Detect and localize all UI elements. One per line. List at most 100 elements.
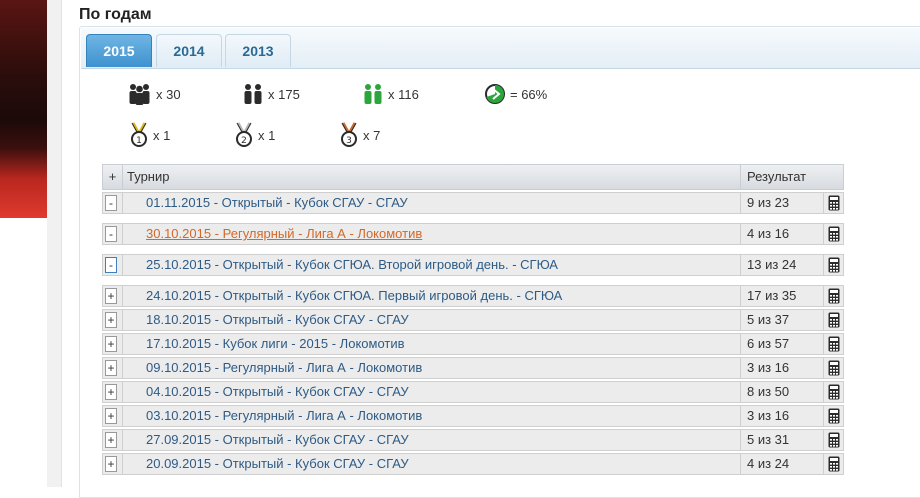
tab-2013[interactable]: 2013 bbox=[225, 34, 291, 67]
row-toggle-button[interactable]: + bbox=[105, 384, 117, 400]
result-cell: 9 из 23 bbox=[740, 193, 798, 213]
header-result: Результат bbox=[740, 165, 844, 189]
calculator-icon bbox=[828, 336, 840, 352]
tournament-link[interactable]: 04.10.2015 - Открытый - Кубок СГАУ - СГА… bbox=[146, 382, 409, 402]
row-divider bbox=[122, 310, 123, 330]
calculator-icon bbox=[828, 384, 840, 400]
row-divider bbox=[122, 358, 123, 378]
calculator-button[interactable] bbox=[823, 193, 844, 213]
row-toggle-button[interactable]: - bbox=[105, 195, 117, 211]
row-divider bbox=[122, 255, 123, 275]
tab-2015[interactable]: 2015 bbox=[86, 34, 152, 67]
players-icon bbox=[244, 84, 262, 104]
table-row: +09.10.2015 - Регулярный - Лига А - Локо… bbox=[102, 357, 844, 379]
calculator-icon bbox=[828, 432, 840, 448]
medal-first: 1 x 1 bbox=[129, 122, 170, 148]
table-row: +17.10.2015 - Кубок лиги - 2015 - Локомо… bbox=[102, 333, 844, 355]
calculator-icon bbox=[828, 360, 840, 376]
calculator-button[interactable] bbox=[823, 382, 844, 402]
result-cell: 3 из 16 bbox=[740, 358, 798, 378]
row-toggle-button[interactable]: + bbox=[105, 408, 117, 424]
stat-percent-value: = 66% bbox=[510, 86, 548, 102]
row-toggle-button[interactable]: + bbox=[105, 456, 117, 472]
result-cell: 4 из 16 bbox=[740, 224, 798, 244]
result-cell: 8 из 50 bbox=[740, 382, 798, 402]
tournament-link[interactable]: 20.09.2015 - Открытый - Кубок СГАУ - СГА… bbox=[146, 454, 409, 474]
result-cell: 5 из 31 bbox=[740, 430, 798, 450]
calculator-button[interactable] bbox=[823, 286, 844, 306]
row-toggle-button[interactable]: - bbox=[105, 226, 117, 242]
stat-players-value: x 175 bbox=[268, 86, 300, 102]
stat-active-players-value: x 116 bbox=[388, 86, 419, 102]
result-cell: 5 из 37 bbox=[740, 310, 798, 330]
row-toggle-button[interactable]: + bbox=[105, 288, 117, 304]
section-title: По годам bbox=[79, 6, 152, 23]
medal-2-icon: 2 bbox=[236, 122, 252, 147]
row-divider bbox=[122, 286, 123, 306]
team-icon bbox=[129, 84, 150, 105]
row-divider bbox=[122, 224, 123, 244]
row-divider bbox=[122, 406, 123, 426]
stat-players: x 175 bbox=[242, 83, 300, 105]
stat-teams: x 30 bbox=[127, 83, 181, 105]
percent-circle-icon bbox=[485, 84, 505, 104]
tournament-link[interactable]: 18.10.2015 - Открытый - Кубок СГАУ - СГА… bbox=[146, 310, 409, 330]
result-cell: 3 из 16 bbox=[740, 406, 798, 426]
tournament-link[interactable]: 17.10.2015 - Кубок лиги - 2015 - Локомот… bbox=[146, 334, 405, 354]
calculator-button[interactable] bbox=[823, 255, 844, 275]
svg-text:3: 3 bbox=[346, 136, 352, 146]
medal-second-value: x 1 bbox=[258, 127, 276, 143]
tournament-link[interactable]: 03.10.2015 - Регулярный - Лига А - Локом… bbox=[146, 406, 422, 426]
row-divider bbox=[122, 334, 123, 354]
tournament-link[interactable]: 24.10.2015 - Открытый - Кубок СГЮА. Перв… bbox=[146, 286, 562, 306]
calculator-button[interactable] bbox=[823, 358, 844, 378]
table-header: + Турнир Результат bbox=[102, 164, 844, 190]
players-green-icon bbox=[364, 84, 382, 104]
result-cell: 13 из 24 bbox=[740, 255, 798, 275]
tab-2014[interactable]: 2014 bbox=[156, 34, 222, 67]
svg-text:2: 2 bbox=[241, 136, 247, 146]
table-row: - 30.10.2015 - Регулярный - Лига А - Локо… bbox=[102, 223, 844, 245]
stat-percent: = 66% bbox=[484, 83, 547, 105]
calculator-button[interactable] bbox=[823, 454, 844, 474]
result-cell: 6 из 57 bbox=[740, 334, 798, 354]
table-row: +03.10.2015 - Регулярный - Лига А - Локо… bbox=[102, 405, 844, 427]
row-toggle-button[interactable]: + bbox=[105, 360, 117, 376]
tournament-link[interactable]: 09.10.2015 - Регулярный - Лига А - Локом… bbox=[146, 358, 422, 378]
calculator-icon bbox=[828, 226, 840, 242]
calculator-button[interactable] bbox=[823, 224, 844, 244]
calculator-icon bbox=[828, 456, 840, 472]
medal-third-value: x 7 bbox=[363, 127, 381, 143]
calculator-icon bbox=[828, 195, 840, 211]
row-toggle-button[interactable]: + bbox=[105, 336, 117, 352]
medal-second: 2 x 1 bbox=[234, 122, 275, 148]
tournament-link[interactable]: 30.10.2015 - Регулярный - Лига А - Локом… bbox=[146, 224, 422, 244]
calculator-icon bbox=[828, 257, 840, 273]
svg-text:1: 1 bbox=[136, 136, 142, 146]
profile-photo bbox=[0, 0, 47, 218]
calculator-button[interactable] bbox=[823, 406, 844, 426]
tournament-link[interactable]: 25.10.2015 - Открытый - Кубок СГЮА. Втор… bbox=[146, 255, 558, 275]
row-divider bbox=[122, 193, 123, 213]
expand-all-button[interactable]: + bbox=[103, 165, 123, 189]
medal-first-value: x 1 bbox=[153, 127, 171, 143]
stat-teams-value: x 30 bbox=[156, 86, 181, 102]
calculator-button[interactable] bbox=[823, 334, 844, 354]
calculator-button[interactable] bbox=[823, 430, 844, 450]
calculator-button[interactable] bbox=[823, 310, 844, 330]
year-tabs: 2015 2014 2013 bbox=[81, 28, 920, 69]
row-toggle-button[interactable]: - bbox=[105, 257, 117, 273]
calculator-icon bbox=[828, 408, 840, 424]
row-toggle-button[interactable]: + bbox=[105, 312, 117, 328]
table-row: +04.10.2015 - Открытый - Кубок СГАУ - СГ… bbox=[102, 381, 844, 403]
row-toggle-button[interactable]: + bbox=[105, 432, 117, 448]
row-divider bbox=[122, 382, 123, 402]
tournament-table: + Турнир Результат - 01.11.2015 - Открыты… bbox=[102, 164, 844, 475]
calculator-icon bbox=[828, 312, 840, 328]
table-row: - 01.11.2015 - Открытый - Кубок СГАУ - СГ… bbox=[102, 192, 844, 214]
tournament-link[interactable]: 27.09.2015 - Открытый - Кубок СГАУ - СГА… bbox=[146, 430, 409, 450]
result-cell: 4 из 24 bbox=[740, 454, 798, 474]
table-row: +24.10.2015 - Открытый - Кубок СГЮА. Пер… bbox=[102, 285, 844, 307]
stat-active-players: x 116 bbox=[362, 83, 419, 105]
tournament-link[interactable]: 01.11.2015 - Открытый - Кубок СГАУ - СГА… bbox=[146, 193, 408, 213]
